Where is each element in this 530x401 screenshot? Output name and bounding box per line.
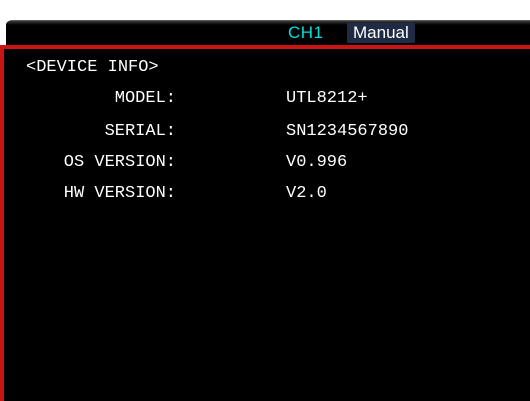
model-value: UTL8212+ (286, 89, 368, 108)
mode-indicator: Manual (347, 23, 415, 43)
os-version-label: OS VERSION: (63, 153, 176, 172)
serial-label: SERIAL: (104, 122, 176, 141)
os-version-value: V0.996 (286, 153, 348, 172)
status-header: CH1 Manual (6, 20, 530, 45)
hw-version-label: HW VERSION: (63, 184, 176, 203)
top-margin (0, 0, 530, 10)
hw-version-value: V2.0 (286, 184, 327, 203)
model-label: MODEL: (114, 89, 176, 108)
header-gloss (6, 21, 530, 25)
device-info-panel: <DEVICE INFO> MODEL: UTL8212+ SERIAL: SN… (0, 45, 530, 401)
panel-title: <DEVICE INFO> (26, 58, 159, 77)
channel-indicator: CH1 (288, 23, 324, 42)
serial-value: SN1234567890 (286, 122, 409, 141)
device-screen: CH1 Manual <DEVICE INFO> MODEL: UTL8212+… (0, 0, 530, 401)
